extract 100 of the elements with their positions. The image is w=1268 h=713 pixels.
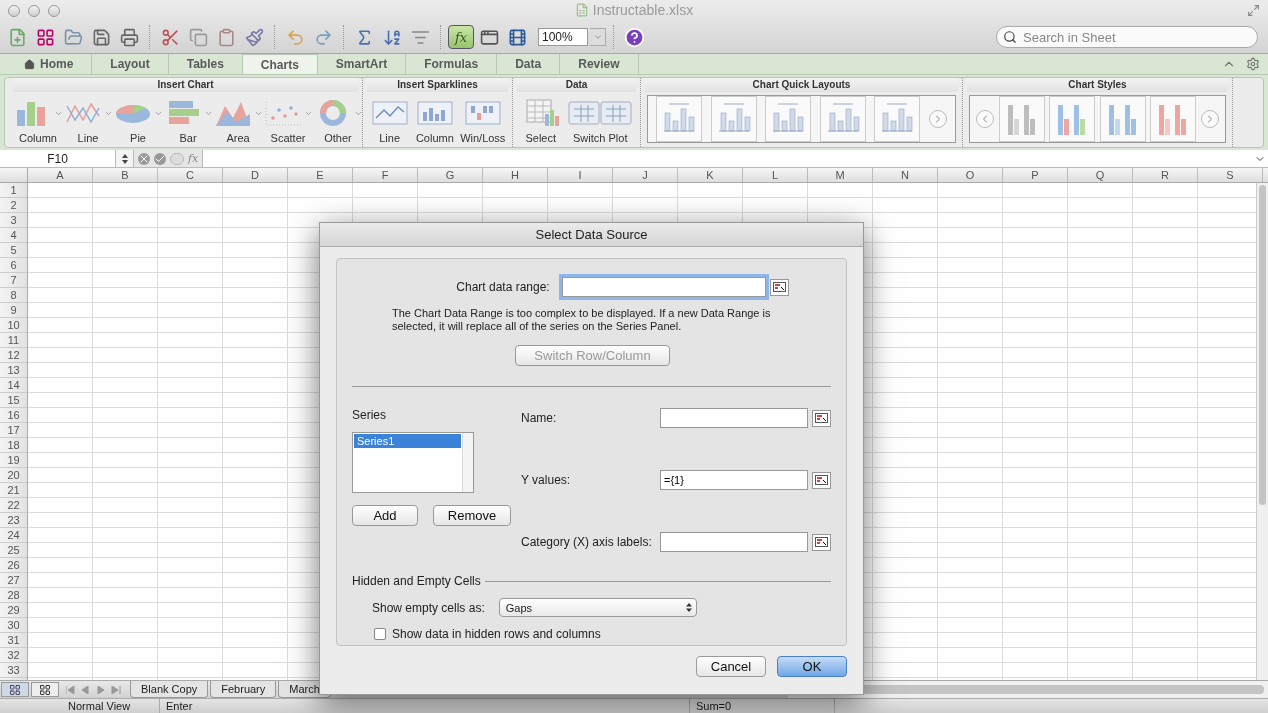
- ribbon-button[interactable]: Column: [414, 98, 455, 144]
- letter-heading[interactable]: D: [223, 168, 288, 182]
- letter-heading[interactable]: B: [93, 168, 158, 182]
- scroll-left-button[interactable]: [976, 110, 995, 128]
- letter-heading[interactable]: A: [28, 168, 93, 182]
- enter-icon[interactable]: [154, 152, 166, 165]
- ribbon-tab[interactable]: Tables: [168, 54, 243, 74]
- formula-builder-button[interactable]: fx: [448, 25, 474, 49]
- ribbon-tab[interactable]: Home: [6, 54, 93, 74]
- ribbon-tab[interactable]: Layout: [92, 54, 169, 74]
- chart-data-range-field[interactable]: [561, 277, 766, 297]
- row-header[interactable]: 2: [0, 198, 27, 213]
- zoom-field[interactable]: 100%: [538, 28, 588, 46]
- letter-heading[interactable]: Q: [1068, 168, 1133, 182]
- text-field[interactable]: [660, 532, 808, 552]
- checkbox[interactable]: [374, 628, 386, 640]
- row-header[interactable]: 6: [0, 258, 27, 273]
- fullscreen-icon[interactable]: [1247, 4, 1260, 17]
- range-select-button[interactable]: [812, 409, 831, 427]
- letter-heading[interactable]: I: [548, 168, 613, 182]
- add-button[interactable]: Add: [352, 505, 418, 526]
- letter-heading[interactable]: E: [288, 168, 353, 182]
- dialog-button[interactable]: OK: [777, 656, 847, 677]
- row-header[interactable]: 26: [0, 558, 27, 573]
- row-header[interactable]: 10: [0, 318, 27, 333]
- row-header[interactable]: 11: [0, 333, 27, 348]
- row-header[interactable]: 25: [0, 543, 27, 558]
- row-header[interactable]: 19: [0, 453, 27, 468]
- row-header[interactable]: 27: [0, 573, 27, 588]
- letter-heading[interactable]: G: [418, 168, 483, 182]
- letter-heading[interactable]: P: [1003, 168, 1068, 182]
- row-header[interactable]: 4: [0, 228, 27, 243]
- ribbon-button[interactable]: Pie: [113, 98, 163, 144]
- row-header[interactable]: 18: [0, 438, 27, 453]
- ribbon-tab[interactable]: Charts: [242, 54, 318, 74]
- letter-heading[interactable]: L: [743, 168, 808, 182]
- row-header[interactable]: 14: [0, 378, 27, 393]
- chart-style-thumbnail[interactable]: [998, 96, 1045, 142]
- ribbon-button[interactable]: Column: [13, 98, 63, 144]
- sheet-tab[interactable]: Blank Copy: [130, 681, 209, 698]
- range-select-button[interactable]: [812, 471, 831, 489]
- letter-heading[interactable]: K: [678, 168, 743, 182]
- cancel-icon[interactable]: [138, 152, 150, 165]
- ribbon-button[interactable]: Win/Loss: [460, 98, 506, 144]
- sum-status[interactable]: Sum=0: [690, 699, 835, 713]
- row-header[interactable]: 30: [0, 618, 27, 633]
- zoom-window-button[interactable]: [48, 4, 60, 17]
- chart-layout-thumbnail[interactable]: [765, 96, 812, 142]
- row-header[interactable]: 1: [0, 183, 27, 198]
- ribbon-button[interactable]: Bar: [163, 98, 213, 144]
- letter-heading[interactable]: J: [613, 168, 678, 182]
- row-header[interactable]: 5: [0, 243, 27, 258]
- row-header[interactable]: 7: [0, 273, 27, 288]
- row-header[interactable]: 31: [0, 633, 27, 648]
- empty-cells-dropdown[interactable]: Gaps: [498, 598, 697, 617]
- ribbon-tab[interactable]: Data: [497, 54, 561, 74]
- range-select-button[interactable]: [812, 533, 831, 551]
- letter-heading[interactable]: N: [873, 168, 938, 182]
- row-header[interactable]: 17: [0, 423, 27, 438]
- dialog-button[interactable]: Cancel: [696, 656, 766, 677]
- row-header[interactable]: 9: [0, 303, 27, 318]
- chart-layout-thumbnail[interactable]: [656, 96, 703, 142]
- page-layout-view-button[interactable]: [31, 682, 59, 697]
- text-field[interactable]: ={1}: [660, 470, 808, 490]
- search-field[interactable]: Search in Sheet: [996, 26, 1258, 48]
- letter-heading[interactable]: R: [1133, 168, 1198, 182]
- chart-layout-thumbnail[interactable]: [819, 96, 866, 142]
- letter-heading[interactable]: M: [808, 168, 873, 182]
- row-header[interactable]: 20: [0, 468, 27, 483]
- ribbon-tab[interactable]: Review: [560, 54, 639, 74]
- text-field[interactable]: [660, 408, 808, 428]
- letter-heading[interactable]: O: [938, 168, 1003, 182]
- chart-layout-thumbnail[interactable]: [710, 96, 757, 142]
- letter-heading[interactable]: H: [483, 168, 548, 182]
- row-header[interactable]: 21: [0, 483, 27, 498]
- settings-icon[interactable]: [1246, 57, 1260, 71]
- letter-heading[interactable]: F: [353, 168, 418, 182]
- row-header[interactable]: 16: [0, 408, 27, 423]
- sheet-tab[interactable]: February: [210, 681, 277, 698]
- row-header[interactable]: 29: [0, 603, 27, 618]
- scroll-right-button[interactable]: [1200, 110, 1219, 128]
- ribbon-button[interactable]: Line: [63, 98, 113, 144]
- chart-style-thumbnail[interactable]: [1150, 96, 1197, 142]
- row-header[interactable]: 22: [0, 498, 27, 513]
- formula-field[interactable]: [203, 150, 1268, 167]
- remove-button[interactable]: Remove: [433, 505, 511, 526]
- ribbon-button[interactable]: Select: [520, 98, 561, 144]
- row-header[interactable]: 33: [0, 663, 27, 678]
- ribbon-tab[interactable]: Formulas: [406, 54, 498, 74]
- row-header[interactable]: 13: [0, 363, 27, 378]
- letter-heading[interactable]: S: [1198, 168, 1263, 182]
- scroll-right-button[interactable]: [928, 110, 947, 128]
- ribbon-tab[interactable]: SmartArt: [317, 54, 407, 74]
- vertical-scrollbar[interactable]: [1256, 183, 1268, 680]
- row-header[interactable]: 12: [0, 348, 27, 363]
- chart-layout-thumbnail[interactable]: [874, 96, 921, 142]
- ribbon-button[interactable]: Line: [369, 98, 410, 144]
- row-header[interactable]: 8: [0, 288, 27, 303]
- row-header[interactable]: 32: [0, 648, 27, 663]
- letter-heading[interactable]: C: [158, 168, 223, 182]
